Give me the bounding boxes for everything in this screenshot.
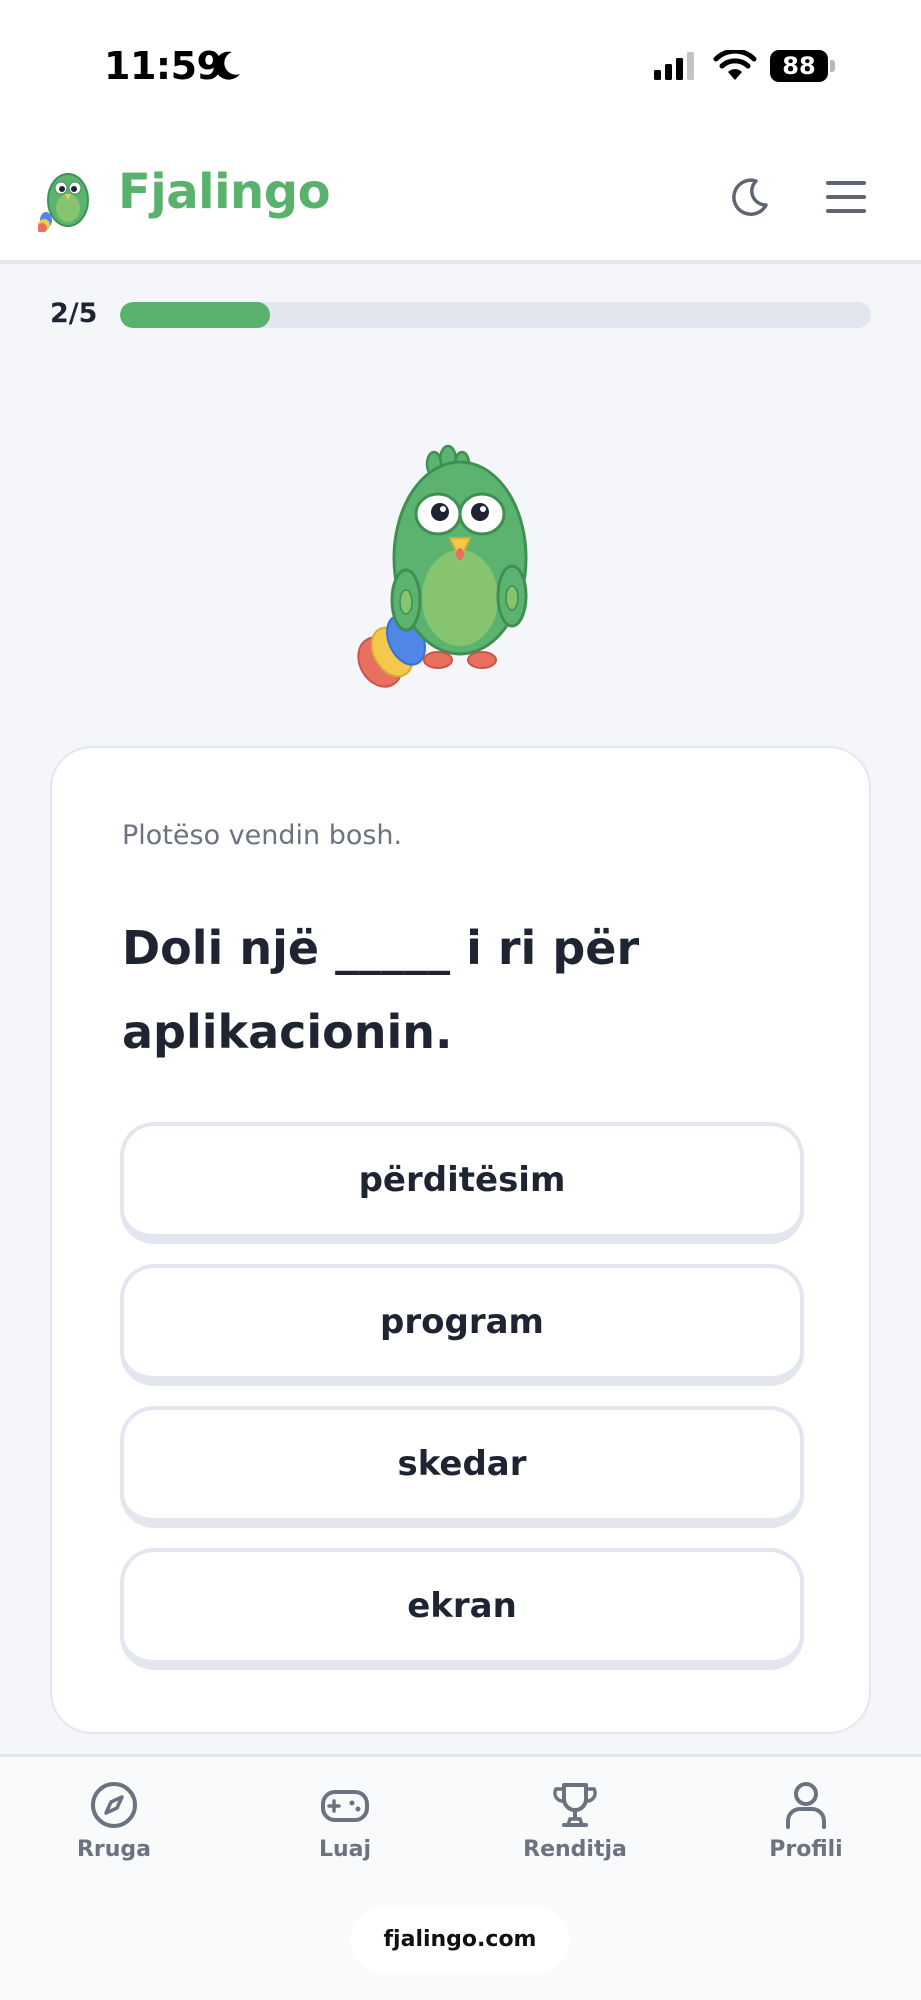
bottom-navigation: Rruga Luaj Renditja Profili fjalingo.com <box>0 1754 921 2000</box>
do-not-disturb-moon-icon <box>214 51 240 80</box>
moon-icon <box>732 178 768 216</box>
question-text: Doli një _____ i ri për aplikacionin. <box>122 921 640 1059</box>
question-card: Plotëso vendin bosh. Doli një _____ i ri… <box>50 746 871 1734</box>
parrot-logo-icon <box>38 173 89 232</box>
nav-label: Renditja <box>523 1837 627 1862</box>
nav-item-renditja[interactable]: Renditja <box>495 1779 655 1862</box>
battery-nub <box>830 60 835 72</box>
status-bar: 11:59 88 <box>0 0 921 130</box>
answer-option[interactable]: përditësim <box>120 1122 804 1244</box>
gamepad-icon <box>321 1790 369 1822</box>
cellular-signal-icon <box>654 52 694 80</box>
answer-option[interactable]: skedar <box>120 1406 804 1528</box>
status-time: 11:59 <box>104 44 223 88</box>
progress-bar-fill <box>120 302 271 328</box>
nav-item-profili[interactable]: Profili <box>726 1779 886 1862</box>
answer-option[interactable]: program <box>120 1264 804 1386</box>
nav-label: Rruga <box>76 1837 152 1862</box>
browser-url-pill[interactable]: fjalingo.com <box>350 1907 570 1973</box>
parrot-mascot-icon <box>357 444 528 688</box>
menu-button[interactable] <box>822 174 870 222</box>
wifi-icon <box>713 50 757 80</box>
trophy-icon <box>553 1783 597 1827</box>
user-icon <box>786 1782 826 1829</box>
theme-toggle-button[interactable] <box>726 174 774 222</box>
nav-item-rruga[interactable]: Rruga <box>34 1779 194 1862</box>
brand-name: Fjalingo <box>118 164 331 220</box>
app-header: Fjalingo <box>0 130 921 264</box>
answer-option[interactable]: ekran <box>120 1548 804 1670</box>
compass-icon <box>91 1782 137 1828</box>
progress-bar <box>120 302 871 328</box>
nav-label: Profili <box>769 1837 843 1862</box>
nav-item-luaj[interactable]: Luaj <box>265 1779 425 1862</box>
progress-label: 2/5 <box>50 298 98 329</box>
instruction-text: Plotëso vendin bosh. <box>122 820 403 851</box>
answer-options: përditësim program skedar ekran <box>120 1122 804 1690</box>
battery-indicator: 88 <box>770 50 828 82</box>
hamburger-menu-icon <box>826 180 866 213</box>
nav-label: Luaj <box>318 1837 372 1862</box>
